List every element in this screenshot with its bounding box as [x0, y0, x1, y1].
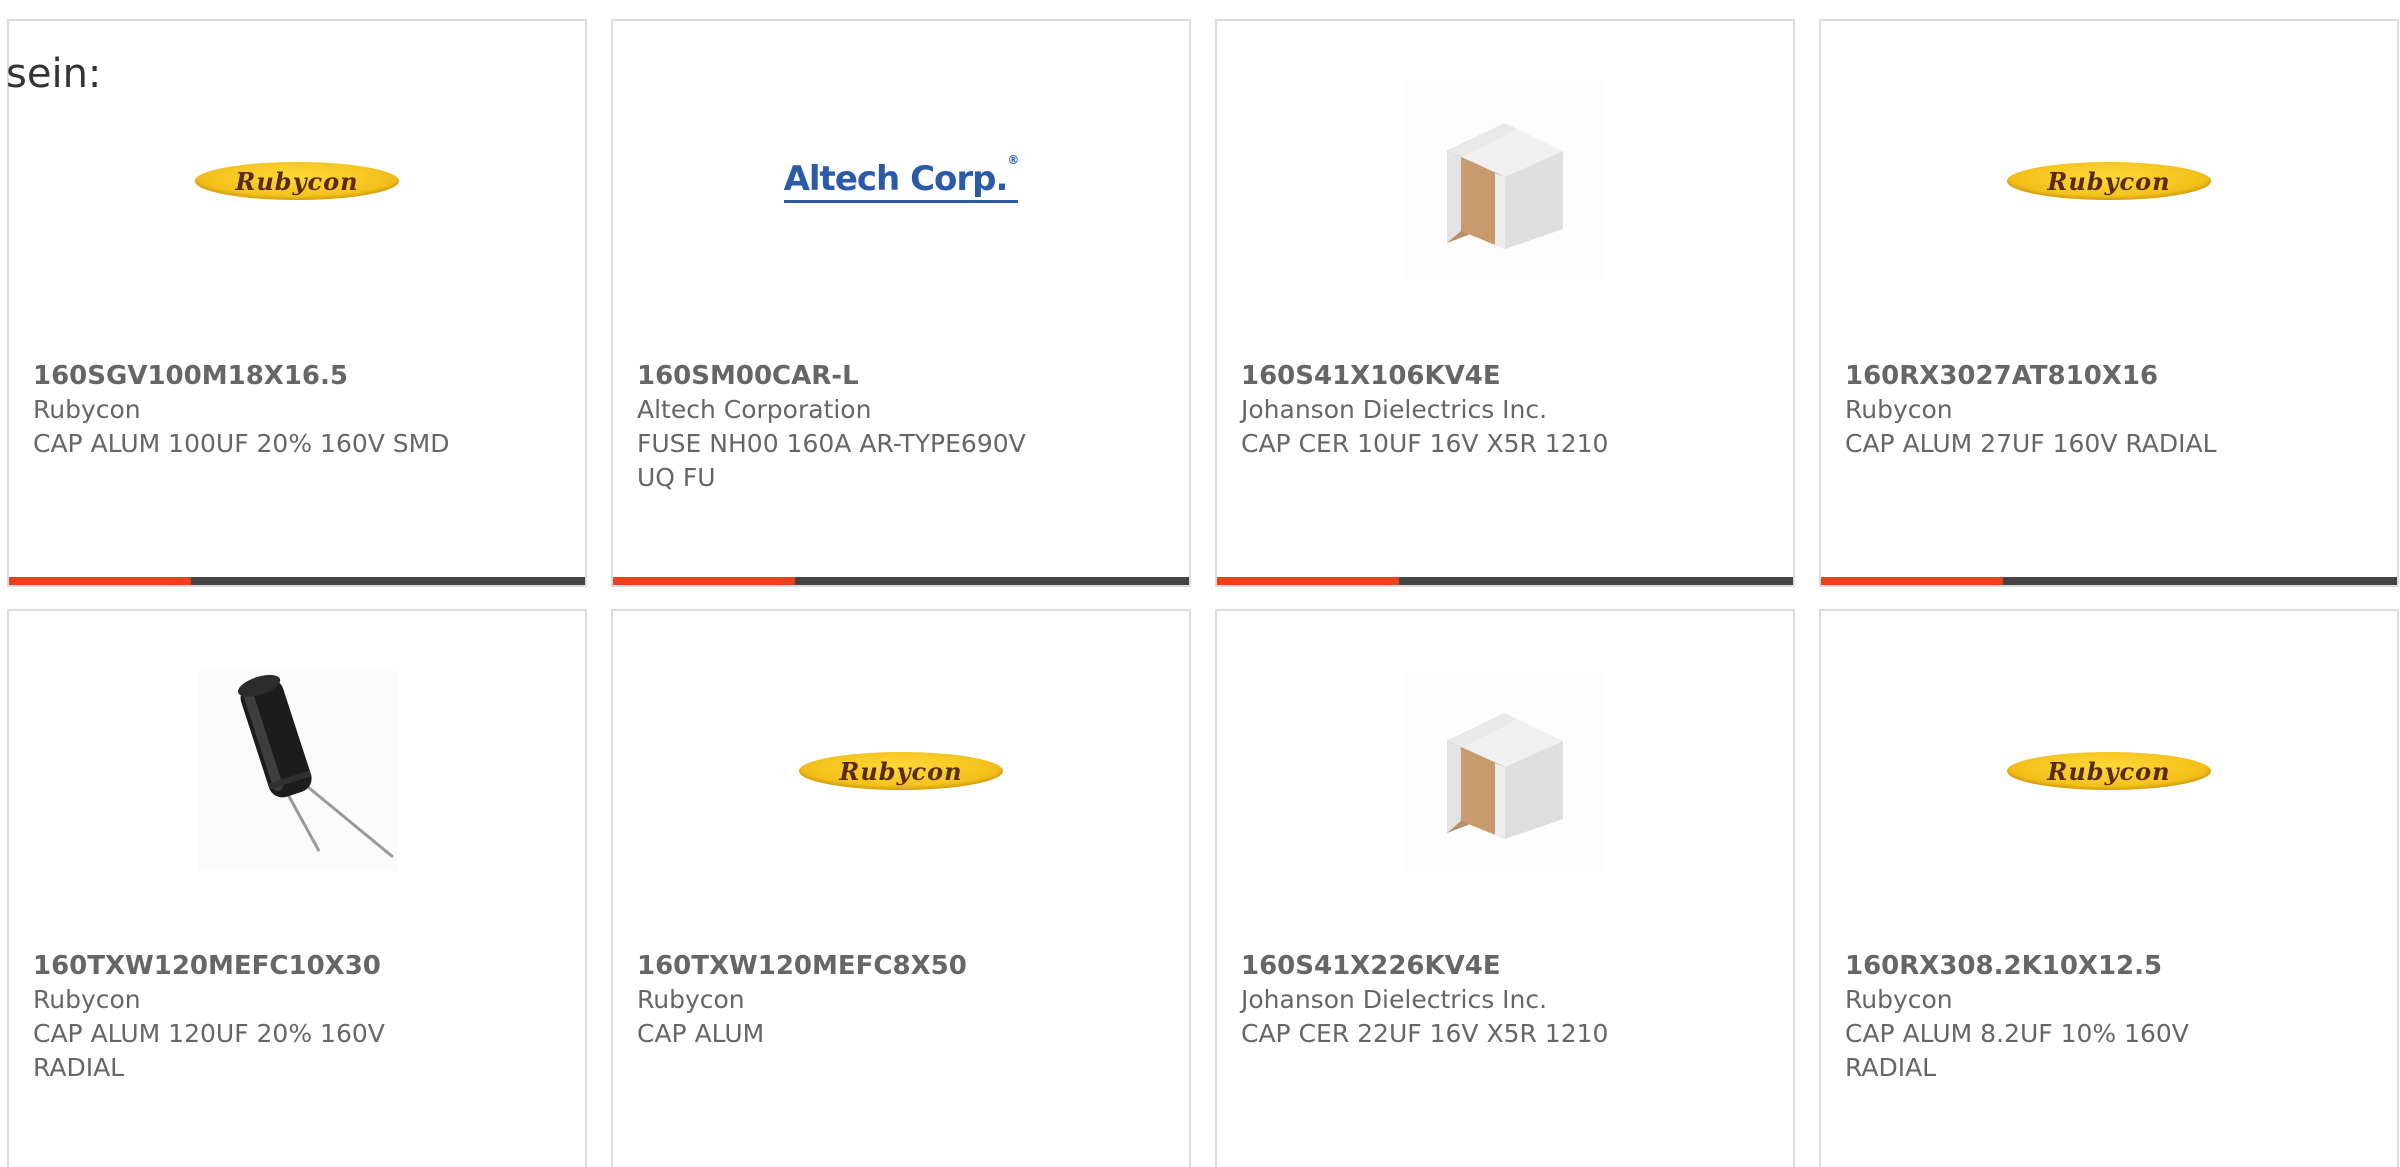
- part-number-link[interactable]: 160SM00CAR-L: [637, 359, 1165, 393]
- product-image[interactable]: Altech Corp.®: [613, 81, 1189, 281]
- description: CAP ALUM 100UF 20% 160V SMD: [33, 429, 450, 458]
- product-card[interactable]: 160S41X106KV4E Johanson Dielectrics Inc.…: [1215, 19, 1795, 587]
- description: CAP CER 10UF 16V X5R 1210: [1241, 429, 1609, 458]
- manufacturer: Rubycon: [1845, 395, 1953, 424]
- card-accent-bar: [613, 577, 795, 585]
- product-image[interactable]: Rubycon: [1821, 81, 2397, 281]
- logo-text: Rubycon: [235, 166, 359, 196]
- manufacturer: Johanson Dielectrics Inc.: [1241, 395, 1548, 424]
- rubycon-logo-icon: Rubycon: [2007, 162, 2211, 200]
- logo-text: Rubycon: [839, 756, 963, 786]
- logo-text: Rubycon: [2047, 756, 2171, 786]
- card-bottom-bar: [613, 577, 1189, 585]
- card-bottom-bar: [1217, 577, 1793, 585]
- manufacturer: Rubycon: [33, 395, 141, 424]
- description: CAP ALUM 27UF 160V RADIAL: [1845, 429, 2217, 458]
- product-card[interactable]: Rubycon 160TXW120MEFC8X50 Rubycon CAP AL…: [611, 609, 1191, 1167]
- logo-text: Altech Corp.: [783, 159, 1009, 199]
- product-image[interactable]: [1217, 81, 1793, 281]
- intro-text: sein:: [6, 51, 102, 97]
- product-info: 160S41X106KV4E Johanson Dielectrics Inc.…: [1241, 359, 1769, 461]
- product-image[interactable]: Rubycon: [1821, 671, 2397, 871]
- product-image[interactable]: [9, 671, 585, 871]
- product-info: 160SM00CAR-L Altech Corporation FUSE NH0…: [637, 359, 1165, 495]
- manufacturer: Rubycon: [1845, 985, 1953, 1014]
- product-info: 160RX3027AT810X16 Rubycon CAP ALUM 27UF …: [1845, 359, 2373, 461]
- electrolytic-capacitor-icon: [197, 671, 397, 871]
- page: sein: Rubycon 160SGV100M18X16.5 Rubycon …: [0, 0, 2400, 1167]
- card-accent-bar: [9, 577, 191, 585]
- product-image[interactable]: [1217, 671, 1793, 871]
- product-card[interactable]: 160S41X226KV4E Johanson Dielectrics Inc.…: [1215, 609, 1795, 1167]
- manufacturer: Rubycon: [637, 985, 745, 1014]
- part-number-link[interactable]: 160RX308.2K10X12.5: [1845, 949, 2373, 983]
- product-info: 160TXW120MEFC10X30 Rubycon CAP ALUM 120U…: [33, 949, 561, 1085]
- part-number-link[interactable]: 160TXW120MEFC10X30: [33, 949, 561, 983]
- part-number-link[interactable]: 160S41X106KV4E: [1241, 359, 1769, 393]
- product-image[interactable]: Rubycon: [9, 81, 585, 281]
- product-card[interactable]: Altech Corp.® 160SM00CAR-L Altech Corpor…: [611, 19, 1191, 587]
- product-grid: Rubycon 160SGV100M18X16.5 Rubycon CAP AL…: [7, 19, 2400, 1167]
- manufacturer: Johanson Dielectrics Inc.: [1241, 985, 1548, 1014]
- product-info: 160RX308.2K10X12.5 Rubycon CAP ALUM 8.2U…: [1845, 949, 2373, 1085]
- part-number-link[interactable]: 160SGV100M18X16.5: [33, 359, 561, 393]
- part-number-link[interactable]: 160S41X226KV4E: [1241, 949, 1769, 983]
- ceramic-capacitor-icon: [1405, 81, 1605, 281]
- description: CAP ALUM: [637, 1019, 765, 1048]
- description: CAP ALUM 120UF 20% 160V RADIAL: [33, 1019, 385, 1082]
- altech-logo-icon: Altech Corp.®: [783, 153, 1019, 203]
- description: CAP CER 22UF 16V X5R 1210: [1241, 1019, 1609, 1048]
- manufacturer: Rubycon: [33, 985, 141, 1014]
- part-number-link[interactable]: 160TXW120MEFC8X50: [637, 949, 1165, 983]
- logo-text: Rubycon: [2047, 166, 2171, 196]
- part-number-link[interactable]: 160RX3027AT810X16: [1845, 359, 2373, 393]
- product-card[interactable]: Rubycon 160SGV100M18X16.5 Rubycon CAP AL…: [7, 19, 587, 587]
- product-card[interactable]: Rubycon 160RX308.2K10X12.5 Rubycon CAP A…: [1819, 609, 2399, 1167]
- ceramic-capacitor-icon: [1405, 671, 1605, 871]
- product-info: 160S41X226KV4E Johanson Dielectrics Inc.…: [1241, 949, 1769, 1051]
- description: FUSE NH00 160A AR-TYPE690V UQ FU: [637, 429, 1026, 492]
- rubycon-logo-icon: Rubycon: [799, 752, 1003, 790]
- card-bottom-bar: [9, 577, 585, 585]
- product-info: 160TXW120MEFC8X50 Rubycon CAP ALUM: [637, 949, 1165, 1051]
- card-accent-bar: [1217, 577, 1399, 585]
- product-image[interactable]: Rubycon: [613, 671, 1189, 871]
- rubycon-logo-icon: Rubycon: [2007, 752, 2211, 790]
- description: CAP ALUM 8.2UF 10% 160V RADIAL: [1845, 1019, 2189, 1082]
- manufacturer: Altech Corporation: [637, 395, 872, 424]
- product-info: 160SGV100M18X16.5 Rubycon CAP ALUM 100UF…: [33, 359, 561, 461]
- card-bottom-bar: [1821, 577, 2397, 585]
- product-card[interactable]: 160TXW120MEFC10X30 Rubycon CAP ALUM 120U…: [7, 609, 587, 1167]
- product-card[interactable]: Rubycon 160RX3027AT810X16 Rubycon CAP AL…: [1819, 19, 2399, 587]
- card-accent-bar: [1821, 577, 2003, 585]
- rubycon-logo-icon: Rubycon: [195, 162, 399, 200]
